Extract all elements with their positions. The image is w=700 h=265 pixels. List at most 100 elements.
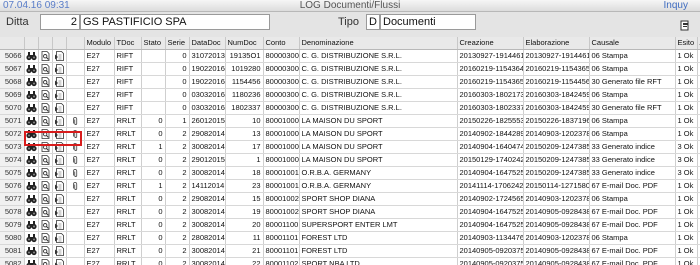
table-row[interactable]: 5081 E27 RRLT 0 2 30082014 21 80001101 FOREST LT…: [0, 244, 700, 258]
preview-document-button[interactable]: [38, 192, 53, 206]
print-document-button[interactable]: [52, 231, 67, 245]
table-row[interactable]: 5076 E27 RRLT 1 2 14112014 23 80001001 O.R.B.A. …: [0, 179, 700, 193]
preview-document-button[interactable]: [38, 218, 53, 232]
table-row[interactable]: 5072 E27 RRLT 0 2 29082014 13 80001000 LA MAISON…: [0, 127, 700, 141]
view-details-button[interactable]: [24, 88, 39, 102]
table-row[interactable]: 5071 E27 RRLT 0 1 26012015 10 80001000 LA MAISON…: [0, 114, 700, 128]
attachment-button[interactable]: [66, 153, 85, 167]
print-document-button[interactable]: [52, 179, 67, 193]
preview-document-button[interactable]: [38, 49, 53, 63]
ditta-code-field[interactable]: 2: [40, 14, 80, 30]
view-details-button[interactable]: [24, 153, 39, 167]
preview-document-button[interactable]: [38, 244, 53, 258]
view-details-button[interactable]: [24, 231, 39, 245]
table-row[interactable]: 5080 E27 RRLT 0 2 28082014 11 80001101 FOREST LT…: [0, 231, 700, 245]
preview-document-button[interactable]: [38, 101, 53, 115]
preview-document-button[interactable]: [38, 75, 53, 89]
attachment-button[interactable]: [66, 179, 85, 193]
table-row[interactable]: 5067 E27 RIFT 0 19022016 1019280 80000300 C. G.…: [0, 62, 700, 76]
col-header[interactable]: Denominazione: [299, 37, 458, 50]
print-document-button[interactable]: [52, 218, 67, 232]
print-document-button[interactable]: [52, 75, 67, 89]
col-header[interactable]: Stato: [141, 37, 166, 50]
view-details-button[interactable]: [24, 244, 39, 258]
attachment-button[interactable]: [66, 62, 85, 76]
view-details-button[interactable]: [24, 166, 39, 180]
table-row[interactable]: 5082 E27 RRLT 0 2 30082014 22 80001102 SPORT NBA…: [0, 257, 700, 265]
settings-icon[interactable]: [680, 20, 690, 31]
attachment-button[interactable]: [66, 49, 85, 63]
view-details-button[interactable]: [24, 140, 39, 154]
col-header[interactable]: Elaborazione: [523, 37, 590, 50]
tipo-code-field[interactable]: D: [366, 14, 380, 30]
user-label[interactable]: Inquy: [664, 0, 688, 12]
attachment-button[interactable]: [66, 127, 85, 141]
col-header[interactable]: Serie: [165, 37, 190, 50]
table-row[interactable]: 5078 E27 RRLT 0 2 30082014 19 80001002 SPORT SHO…: [0, 205, 700, 219]
view-details-button[interactable]: [24, 75, 39, 89]
view-details-button[interactable]: [24, 62, 39, 76]
table-row[interactable]: 5073 E27 RRLT 1 2 30082014 17 80001000 LA MAISON…: [0, 140, 700, 154]
attachment-button[interactable]: [66, 166, 85, 180]
print-document-button[interactable]: [52, 166, 67, 180]
print-document-button[interactable]: [52, 127, 67, 141]
table-row[interactable]: 5070 E27 RIFT 0 03032016 1802337 80000300 C. G.…: [0, 101, 700, 115]
table-row[interactable]: 5066 E27 RIFT 0 31072013 19135O1 80000300 C. G.…: [0, 49, 700, 63]
col-header[interactable]: TDoc: [114, 37, 142, 50]
table-row[interactable]: 5069 E27 RIFT 0 03032016 1180236 80000300 C. G.…: [0, 88, 700, 102]
preview-document-button[interactable]: [38, 166, 53, 180]
preview-document-button[interactable]: [38, 140, 53, 154]
attachment-button[interactable]: [66, 231, 85, 245]
attachment-button[interactable]: [66, 218, 85, 232]
print-document-button[interactable]: [52, 140, 67, 154]
print-document-button[interactable]: [52, 101, 67, 115]
print-document-button[interactable]: [52, 257, 67, 265]
print-document-button[interactable]: [52, 49, 67, 63]
print-document-button[interactable]: [52, 153, 67, 167]
preview-document-button[interactable]: [38, 127, 53, 141]
print-document-button[interactable]: [52, 88, 67, 102]
preview-document-button[interactable]: [38, 257, 53, 265]
view-details-button[interactable]: [24, 127, 39, 141]
preview-document-button[interactable]: [38, 62, 53, 76]
attachment-button[interactable]: [66, 114, 85, 128]
table-row[interactable]: 5074 E27 RRLT 0 2 29012015 1 80001000 LA MAISON …: [0, 153, 700, 167]
attachment-button[interactable]: [66, 101, 85, 115]
attachment-button[interactable]: [66, 75, 85, 89]
preview-document-button[interactable]: [38, 205, 53, 219]
col-header[interactable]: Conto: [263, 37, 300, 50]
col-header[interactable]: Creazione: [457, 37, 524, 50]
attachment-button[interactable]: [66, 140, 85, 154]
print-document-button[interactable]: [52, 244, 67, 258]
table-row[interactable]: 5068 E27 RIFT 0 19022016 1154456 80000300 C. G.…: [0, 75, 700, 89]
attachment-button[interactable]: [66, 205, 85, 219]
view-details-button[interactable]: [24, 49, 39, 63]
col-header[interactable]: NumDoc: [225, 37, 264, 50]
print-document-button[interactable]: [52, 205, 67, 219]
preview-document-button[interactable]: [38, 88, 53, 102]
col-header[interactable]: DataDoc: [189, 37, 226, 50]
col-header[interactable]: Esito: [675, 37, 698, 50]
table-row[interactable]: 5079 E27 RRLT 0 2 30082014 20 80001100 SUPERSPOR…: [0, 218, 700, 232]
table-row[interactable]: 5075 E27 RRLT 0 2 30082014 18 80001001 O.R.B.A. …: [0, 166, 700, 180]
col-header[interactable]: Causale: [589, 37, 676, 50]
print-document-button[interactable]: [52, 192, 67, 206]
view-details-button[interactable]: [24, 257, 39, 265]
view-details-button[interactable]: [24, 114, 39, 128]
attachment-button[interactable]: [66, 192, 85, 206]
preview-document-button[interactable]: [38, 179, 53, 193]
preview-document-button[interactable]: [38, 231, 53, 245]
attachment-button[interactable]: [66, 244, 85, 258]
view-details-button[interactable]: [24, 218, 39, 232]
view-details-button[interactable]: [24, 179, 39, 193]
view-details-button[interactable]: [24, 192, 39, 206]
col-header[interactable]: Modulo: [84, 37, 115, 50]
print-document-button[interactable]: [52, 114, 67, 128]
table-row[interactable]: 5077 E27 RRLT 0 2 29082014 15 80001002 SPORT SHO…: [0, 192, 700, 206]
view-details-button[interactable]: [24, 205, 39, 219]
print-document-button[interactable]: [52, 62, 67, 76]
preview-document-button[interactable]: [38, 153, 53, 167]
preview-document-button[interactable]: [38, 114, 53, 128]
view-details-button[interactable]: [24, 101, 39, 115]
attachment-button[interactable]: [66, 257, 85, 265]
